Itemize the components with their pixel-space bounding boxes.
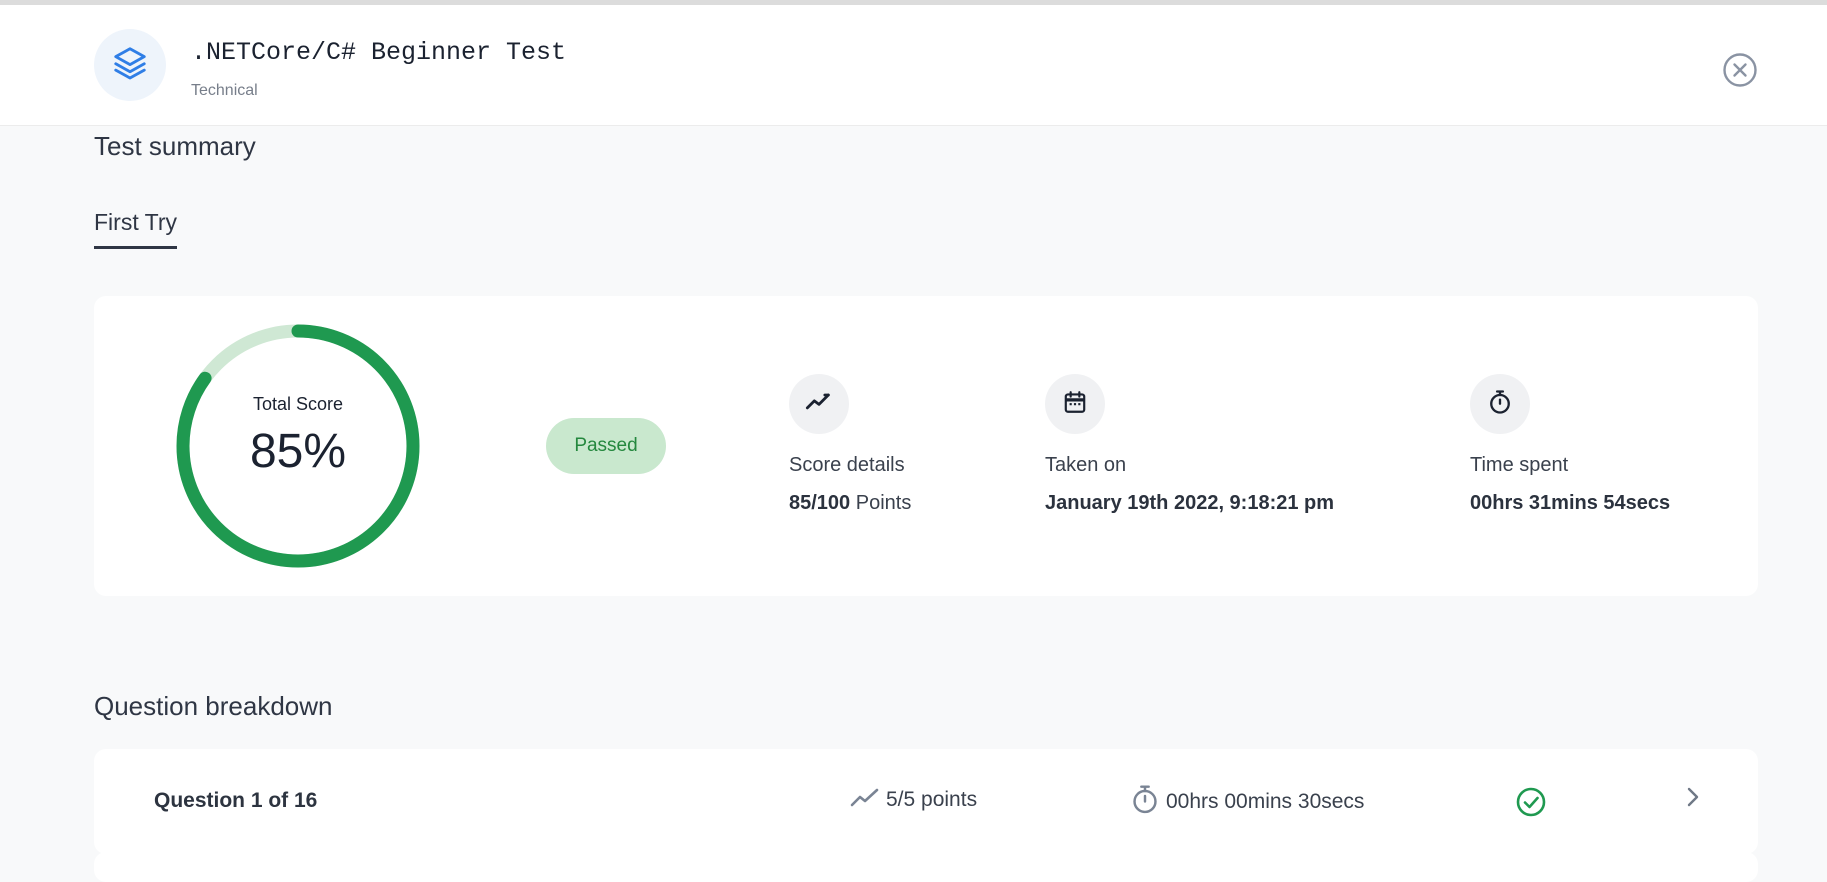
test-logo [94,29,166,101]
stopwatch-icon [1130,783,1160,821]
score-details-icon-wrap [789,374,849,434]
taken-on-value: January 19th 2022, 9:18:21 pm [1045,492,1335,514]
question-row[interactable]: Question 1 of 16 5/5 points 00hrs 00mins… [94,749,1758,854]
chevron-right-icon[interactable] [1682,783,1704,811]
status-badge: Passed [546,418,666,474]
check-circle-icon [1516,787,1546,817]
time-spent-icon-wrap [1470,374,1530,434]
question-points: 5/5 points [850,785,977,815]
question-time-value: 00hrs 00mins 30secs [1166,790,1365,813]
tab-first-try[interactable]: First Try [94,209,178,249]
test-category: Technical [191,82,258,99]
score-summary-card: Total Score 85% Passed Score details 85/… [94,296,1758,596]
score-details-value: 85/100 Points [789,492,912,514]
question-time: 00hrs 00mins 30secs [1130,783,1364,821]
total-score-label: Total Score [252,394,344,414]
taken-on-icon-wrap [1045,374,1105,434]
calendar-icon [1062,389,1088,420]
score-details-label: Score details [789,454,905,476]
close-button[interactable] [1722,52,1758,88]
trending-line-icon [850,785,880,815]
taken-on-label: Taken on [1045,454,1127,476]
question-title: Question 1 of 16 [154,789,318,812]
total-score-value: 85% [249,425,347,478]
test-header: .NETCore/C# Beginner Test Technical [0,5,1827,126]
time-spent-value: 00hrs 31mins 54secs [1470,492,1671,514]
test-summary-heading: Test summary [94,131,256,161]
question-breakdown-heading: Question breakdown [94,691,333,721]
test-title: .NETCore/C# Beginner Test [191,38,567,67]
trending-line-icon [805,388,833,421]
next-question-row-edge [94,852,1758,882]
question-points-value: 5/5 points [886,788,978,811]
close-circle-icon [1722,53,1758,92]
stopwatch-icon [1486,388,1514,421]
layers-icon [111,44,149,87]
time-spent-label: Time spent [1470,454,1569,476]
